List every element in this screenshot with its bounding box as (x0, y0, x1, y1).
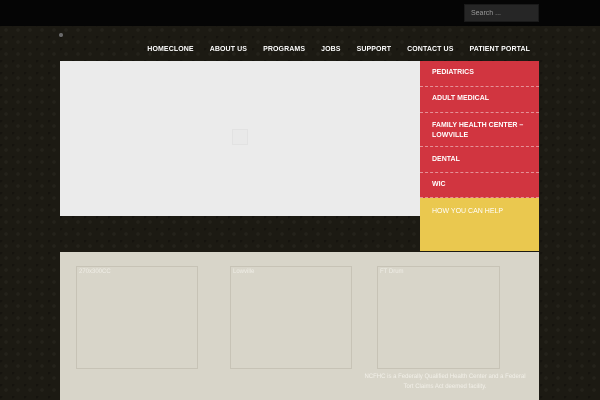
side-menu-item-wic[interactable]: WIC (420, 173, 539, 198)
location-card[interactable]: Lowville (230, 266, 352, 369)
hero-slider[interactable] (60, 61, 420, 216)
side-menu-item-pediatrics[interactable]: PEDIATRICS (420, 61, 539, 87)
nav-item-support[interactable]: SUPPORT (349, 43, 400, 56)
nav-item-about-us[interactable]: ABOUT US (202, 43, 255, 56)
side-menu-item-family-health-center[interactable]: FAMILY HEALTH CENTER – LOWVILLE (420, 113, 539, 147)
location-card[interactable]: 270x300CC (76, 266, 198, 369)
nav-item-contact-us[interactable]: CONTACT US (399, 43, 461, 56)
nav-item-patient-portal[interactable]: PATIENT PORTAL (461, 43, 538, 56)
logo-icon[interactable] (59, 33, 63, 37)
programs-side-menu: PEDIATRICS ADULT MEDICAL FAMILY HEALTH C… (420, 61, 539, 251)
how-you-can-help-link[interactable]: HOW YOU CAN HELP (420, 198, 539, 251)
fqhc-notice: NCFHC is a Federally Qualified Health Ce… (364, 374, 526, 390)
nav-item-homeclone[interactable]: HOMECLONE (139, 43, 201, 56)
location-card[interactable]: FT Drum (377, 266, 500, 369)
side-menu-item-adult-medical[interactable]: ADULT MEDICAL (420, 87, 539, 113)
card-image-label: 270x300CC (79, 269, 111, 275)
nav-item-programs[interactable]: PROGRAMS (255, 43, 313, 56)
side-menu-item-dental[interactable]: DENTAL (420, 147, 539, 173)
top-bar (0, 0, 600, 26)
card-image-label: FT Drum (380, 269, 404, 275)
card-image-label: Lowville (233, 269, 255, 275)
content-section: 270x300CC Lowville FT Drum NCFHC is a Fe… (60, 252, 539, 400)
main-nav: HOMECLONE ABOUT US PROGRAMS JOBS SUPPORT… (139, 43, 538, 56)
slide-image-placeholder (232, 129, 248, 145)
nav-item-jobs[interactable]: JOBS (313, 43, 348, 56)
search-input[interactable] (464, 4, 539, 22)
